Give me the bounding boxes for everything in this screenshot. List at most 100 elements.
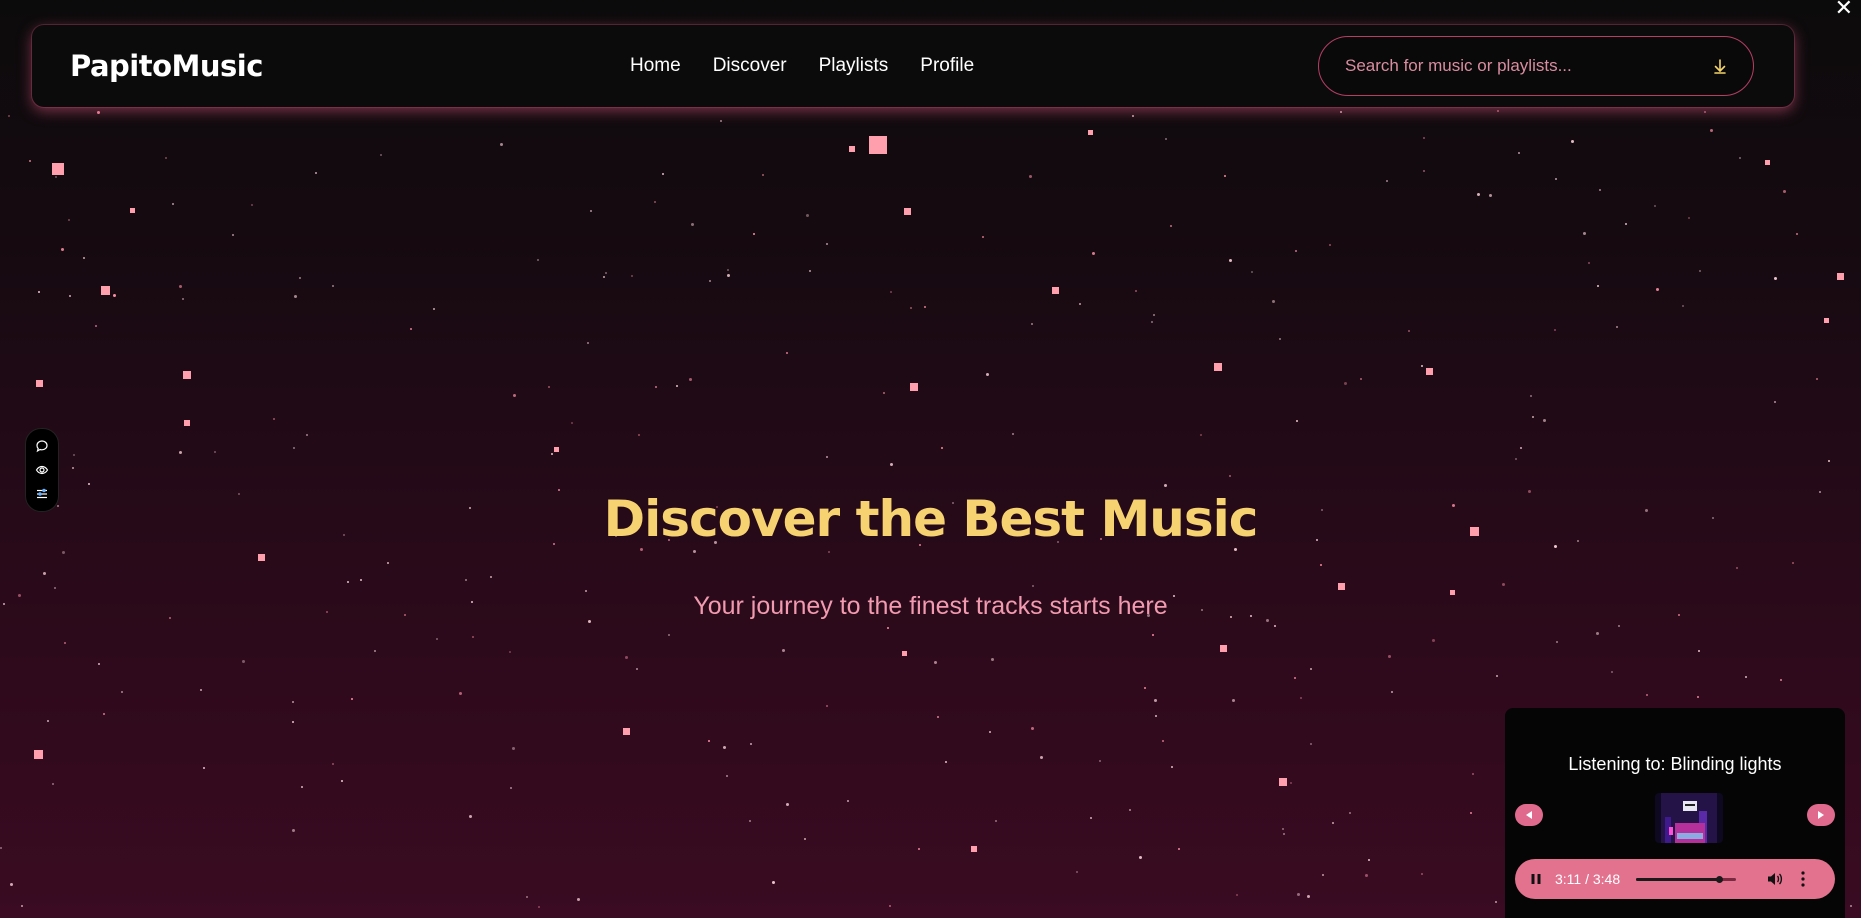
star-dot: [292, 701, 294, 703]
star-dot: [242, 660, 245, 663]
star-dot: [8, 115, 10, 117]
sliders-icon[interactable]: [35, 487, 49, 501]
progress-slider[interactable]: [1636, 875, 1737, 883]
star-dot: [10, 883, 13, 886]
star-dot: [64, 642, 66, 644]
comment-icon[interactable]: [35, 439, 49, 453]
star-dot: [887, 627, 889, 629]
star-dot: [341, 780, 343, 782]
nav-discover[interactable]: Discover: [713, 55, 787, 77]
star-dot: [1129, 809, 1131, 811]
star-dot: [73, 454, 75, 456]
star-dot: [1386, 180, 1388, 182]
star-dot: [750, 743, 752, 745]
star-dot: [708, 740, 710, 742]
star-dot: [1588, 262, 1590, 264]
star-dot: [1368, 859, 1370, 861]
star-dot: [1489, 194, 1492, 197]
next-track-button[interactable]: [1807, 804, 1835, 826]
star-dot: [749, 820, 751, 822]
star-square: [130, 208, 135, 213]
more-options-icon[interactable]: [1800, 870, 1806, 888]
star-dot: [1135, 290, 1137, 292]
star-dot: [88, 483, 90, 485]
star-dot: [38, 291, 40, 293]
star-dot: [1229, 259, 1232, 262]
star-dot: [1543, 419, 1546, 422]
star-square: [184, 420, 190, 426]
star-dot: [83, 257, 85, 259]
star-dot: [1515, 458, 1517, 460]
star-dot: [1828, 460, 1830, 462]
star-dot: [654, 201, 656, 203]
star-dot: [97, 111, 100, 114]
download-arrow-icon[interactable]: [1711, 57, 1729, 75]
brand-logo[interactable]: PapitoMusic: [70, 49, 263, 83]
star-dot: [1340, 111, 1342, 113]
star-dot: [1029, 175, 1032, 178]
star-dot: [1597, 285, 1599, 287]
eye-icon[interactable]: [35, 463, 49, 477]
star-dot: [1745, 676, 1747, 678]
star-dot: [676, 385, 678, 387]
star-dot: [689, 378, 692, 381]
nav-playlists[interactable]: Playlists: [819, 55, 889, 77]
star-square: [910, 383, 918, 391]
star-dot: [374, 650, 376, 652]
star-dot: [1796, 233, 1798, 235]
star-dot: [301, 786, 303, 788]
star-dot: [786, 803, 789, 806]
star-square: [1824, 318, 1829, 323]
star-dot: [1596, 632, 1599, 635]
star-dot: [1554, 329, 1556, 331]
star-dot: [662, 173, 664, 175]
star-dot: [1144, 687, 1146, 689]
hero-title: Discover the Best Music: [603, 490, 1259, 548]
star-square: [971, 846, 977, 852]
nav-profile[interactable]: Profile: [920, 55, 974, 77]
star-dot: [1090, 817, 1092, 819]
star-dot: [826, 243, 828, 245]
close-icon[interactable]: ✕: [1835, 0, 1853, 20]
star-dot: [727, 269, 729, 271]
star-dot: [918, 848, 920, 850]
side-widget: [25, 428, 59, 512]
chevron-right-icon: [1818, 811, 1824, 819]
star-dot: [1322, 874, 1324, 876]
star-square: [1052, 287, 1059, 294]
star-dot: [1472, 773, 1474, 775]
star-dot: [809, 270, 811, 272]
star-dot: [472, 636, 474, 638]
star-dot: [1850, 905, 1852, 907]
star-square: [902, 651, 907, 656]
star-square: [34, 750, 43, 759]
star-dot: [786, 352, 788, 354]
star-dot: [537, 259, 539, 261]
star-dot: [113, 294, 116, 297]
search-bar: [1318, 36, 1754, 96]
volume-icon[interactable]: [1766, 870, 1784, 888]
search-input[interactable]: [1343, 55, 1711, 77]
pause-icon[interactable]: [1529, 872, 1543, 886]
star-dot: [1496, 675, 1498, 677]
nav-home[interactable]: Home: [630, 55, 681, 77]
star-dot: [182, 298, 184, 300]
star-dot: [1274, 625, 1276, 627]
star-dot: [1310, 743, 1312, 745]
star-dot: [1518, 152, 1520, 154]
previous-track-button[interactable]: [1515, 804, 1543, 826]
star-dot: [1200, 434, 1202, 436]
star-dot: [1232, 699, 1235, 702]
album-cover: [1655, 793, 1723, 843]
star-dot: [332, 763, 334, 765]
star-dot: [625, 656, 628, 659]
star-dot: [1300, 697, 1302, 699]
star-dot: [1571, 140, 1574, 143]
star-dot: [1710, 129, 1713, 132]
star-dot: [500, 143, 503, 146]
star-dot: [638, 434, 640, 436]
star-dot: [889, 905, 891, 907]
star-dot: [1079, 303, 1081, 305]
star-dot: [605, 272, 607, 274]
star-dot: [1423, 137, 1425, 139]
